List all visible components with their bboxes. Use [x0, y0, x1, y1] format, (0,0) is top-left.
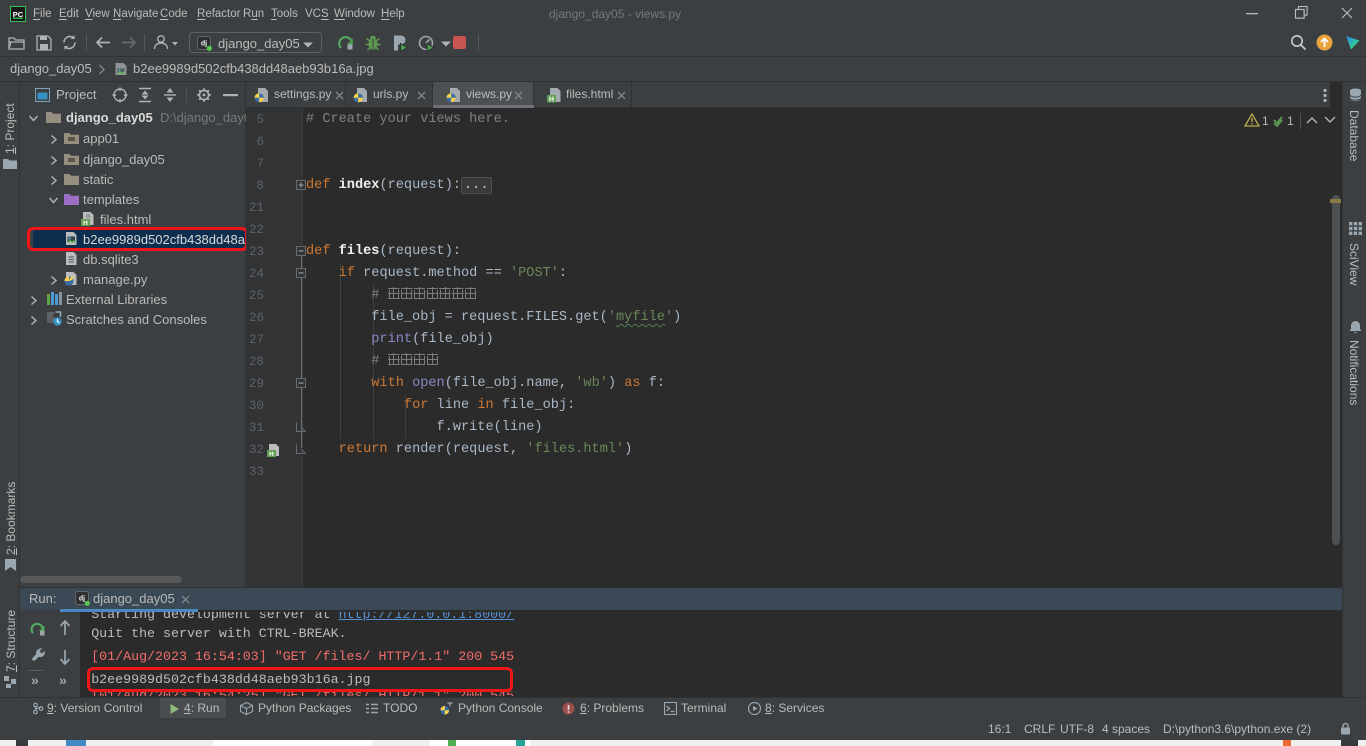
svg-text:dj: dj	[201, 40, 207, 47]
svg-text:H: H	[269, 451, 274, 457]
svg-text:H: H	[549, 96, 554, 103]
svg-text:H: H	[83, 220, 88, 226]
svg-text:1: 1	[1287, 114, 1294, 128]
svg-text:1: 1	[1262, 114, 1269, 128]
svg-text:dj: dj	[79, 595, 85, 602]
